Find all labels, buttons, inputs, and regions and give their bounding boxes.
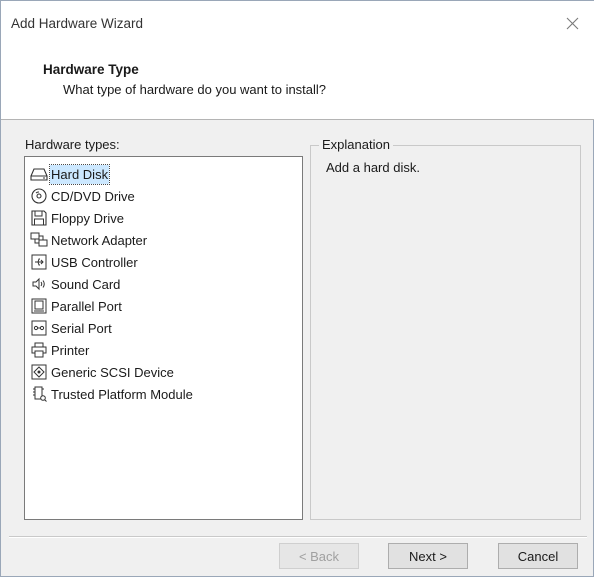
explanation-label: Explanation <box>319 137 393 152</box>
list-item-sound-card[interactable]: Sound Card <box>30 273 121 295</box>
floppy-drive-icon <box>30 209 48 227</box>
list-item-label: CD/DVD Drive <box>51 188 135 204</box>
wizard-header: Hardware Type What type of hardware do y… <box>1 47 594 120</box>
scsi-device-icon <box>30 363 48 381</box>
explanation-group <box>310 145 581 520</box>
cd-dvd-drive-icon <box>30 187 48 205</box>
footer-divider <box>9 536 587 538</box>
list-item-label: Sound Card <box>51 276 121 292</box>
list-item-label: Trusted Platform Module <box>51 386 193 402</box>
hardware-types-list[interactable]: Hard Disk CD/DVD Drive Floppy Drive Netw… <box>24 156 303 520</box>
list-item-label: Printer <box>51 342 90 358</box>
page-subtitle: What type of hardware do you want to ins… <box>63 82 327 97</box>
add-hardware-wizard-dialog: Add Hardware Wizard Hardware Type What t… <box>0 0 594 577</box>
next-button[interactable]: Next > <box>388 543 468 569</box>
hardware-types-label: Hardware types: <box>25 137 120 152</box>
cancel-button[interactable]: Cancel <box>498 543 578 569</box>
usb-controller-icon <box>30 253 48 271</box>
title-bar: Add Hardware Wizard <box>1 7 594 47</box>
list-item-label: Parallel Port <box>51 298 122 314</box>
list-item-network-adapter[interactable]: Network Adapter <box>30 229 148 251</box>
list-item-hard-disk[interactable]: Hard Disk <box>30 163 111 185</box>
list-item-label: USB Controller <box>51 254 138 270</box>
list-item-trusted-platform-module[interactable]: Trusted Platform Module <box>30 383 194 405</box>
list-item-label: Floppy Drive <box>51 210 124 226</box>
list-item-label: Serial Port <box>51 320 112 336</box>
list-item-label: Network Adapter <box>51 232 148 248</box>
page-title: Hardware Type <box>43 62 139 77</box>
list-item-printer[interactable]: Printer <box>30 339 90 361</box>
window-title: Add Hardware Wizard <box>11 16 144 31</box>
list-item-cd-dvd-drive[interactable]: CD/DVD Drive <box>30 185 136 207</box>
close-icon[interactable] <box>557 9 587 37</box>
hard-disk-icon <box>30 165 48 183</box>
list-item-floppy-drive[interactable]: Floppy Drive <box>30 207 125 229</box>
list-item-label: Generic SCSI Device <box>51 364 174 380</box>
sound-card-icon <box>30 275 48 293</box>
serial-port-icon <box>30 319 48 337</box>
parallel-port-icon <box>30 297 48 315</box>
list-item-usb-controller[interactable]: USB Controller <box>30 251 139 273</box>
list-item-label: Hard Disk <box>48 163 111 185</box>
tpm-icon <box>30 385 48 403</box>
network-adapter-icon <box>30 231 48 249</box>
back-button[interactable]: < Back <box>279 543 359 569</box>
list-item-generic-scsi-device[interactable]: Generic SCSI Device <box>30 361 175 383</box>
explanation-text: Add a hard disk. <box>326 160 420 175</box>
list-item-serial-port[interactable]: Serial Port <box>30 317 113 339</box>
list-item-parallel-port[interactable]: Parallel Port <box>30 295 123 317</box>
printer-icon <box>30 341 48 359</box>
